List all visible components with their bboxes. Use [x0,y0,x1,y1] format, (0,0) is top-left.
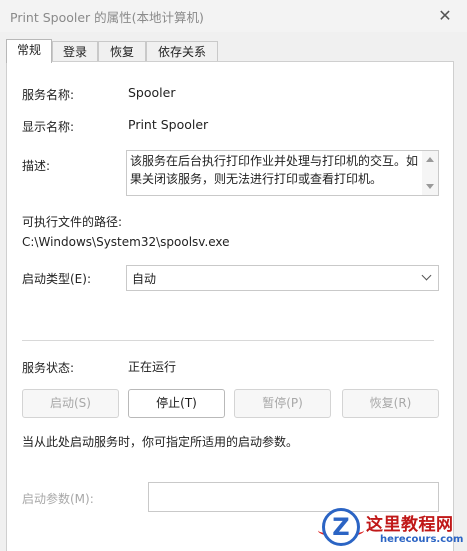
start-button[interactable]: 启动(S) [22,389,119,418]
tab-dependencies[interactable]: 依存关系 [146,41,218,62]
site-watermark: Z 这里教程网 herecours.com [318,506,467,550]
startup-type-label: 启动类型(E): [22,272,91,286]
tab-general[interactable]: 常规 [6,39,52,63]
close-button[interactable]: ✕ [423,0,467,32]
stop-button[interactable]: 停止(T) [128,389,225,418]
chevron-down-icon [421,270,432,281]
display-name-label: 显示名称: [22,120,75,134]
service-status-value: 正在运行 [128,360,177,374]
resume-button[interactable]: 恢复(R) [342,389,439,418]
service-status-label: 服务状态: [22,361,75,375]
tab-logon[interactable]: 登录 [52,41,98,62]
description-text: 该服务在后台执行打印作业并处理与打印机的交互。如果关闭该服务，则无法进行打印或查… [130,154,419,186]
startup-type-value: 自动 [132,272,157,286]
window-title: Print Spooler 的属性(本地计算机) [10,10,204,25]
description-scrollbar[interactable] [422,151,438,195]
start-params-label: 启动参数(M): [22,492,94,506]
start-params-hint: 当从此处启动服务时，你可指定所适用的启动参数。 [22,435,299,449]
scroll-up-arrow-icon[interactable] [426,157,434,162]
display-name-value: Print Spooler [128,117,209,132]
description-field[interactable]: 该服务在后台执行打印作业并处理与打印机的交互。如果关闭该服务，则无法进行打印或查… [126,150,439,196]
watermark-title: 这里教程网 [366,515,454,535]
divider [22,340,434,341]
close-icon: ✕ [438,6,452,25]
exe-path-label: 可执行文件的路径: [22,215,123,229]
watermark-url: herecours.com [380,534,464,545]
service-name-value: Spooler [128,85,176,100]
title-bar: Print Spooler 的属性(本地计算机) ✕ [0,0,467,32]
exe-path-value: C:\Windows\System32\spoolsv.exe [22,235,230,249]
startup-type-select[interactable]: 自动 [126,265,439,291]
scroll-down-arrow-icon[interactable] [426,184,434,189]
description-label: 描述: [22,159,51,173]
watermark-logo-letter: Z [332,513,350,541]
tab-recovery[interactable]: 恢复 [98,41,146,62]
service-name-label: 服务名称: [22,88,75,102]
pause-button[interactable]: 暂停(P) [234,389,331,418]
